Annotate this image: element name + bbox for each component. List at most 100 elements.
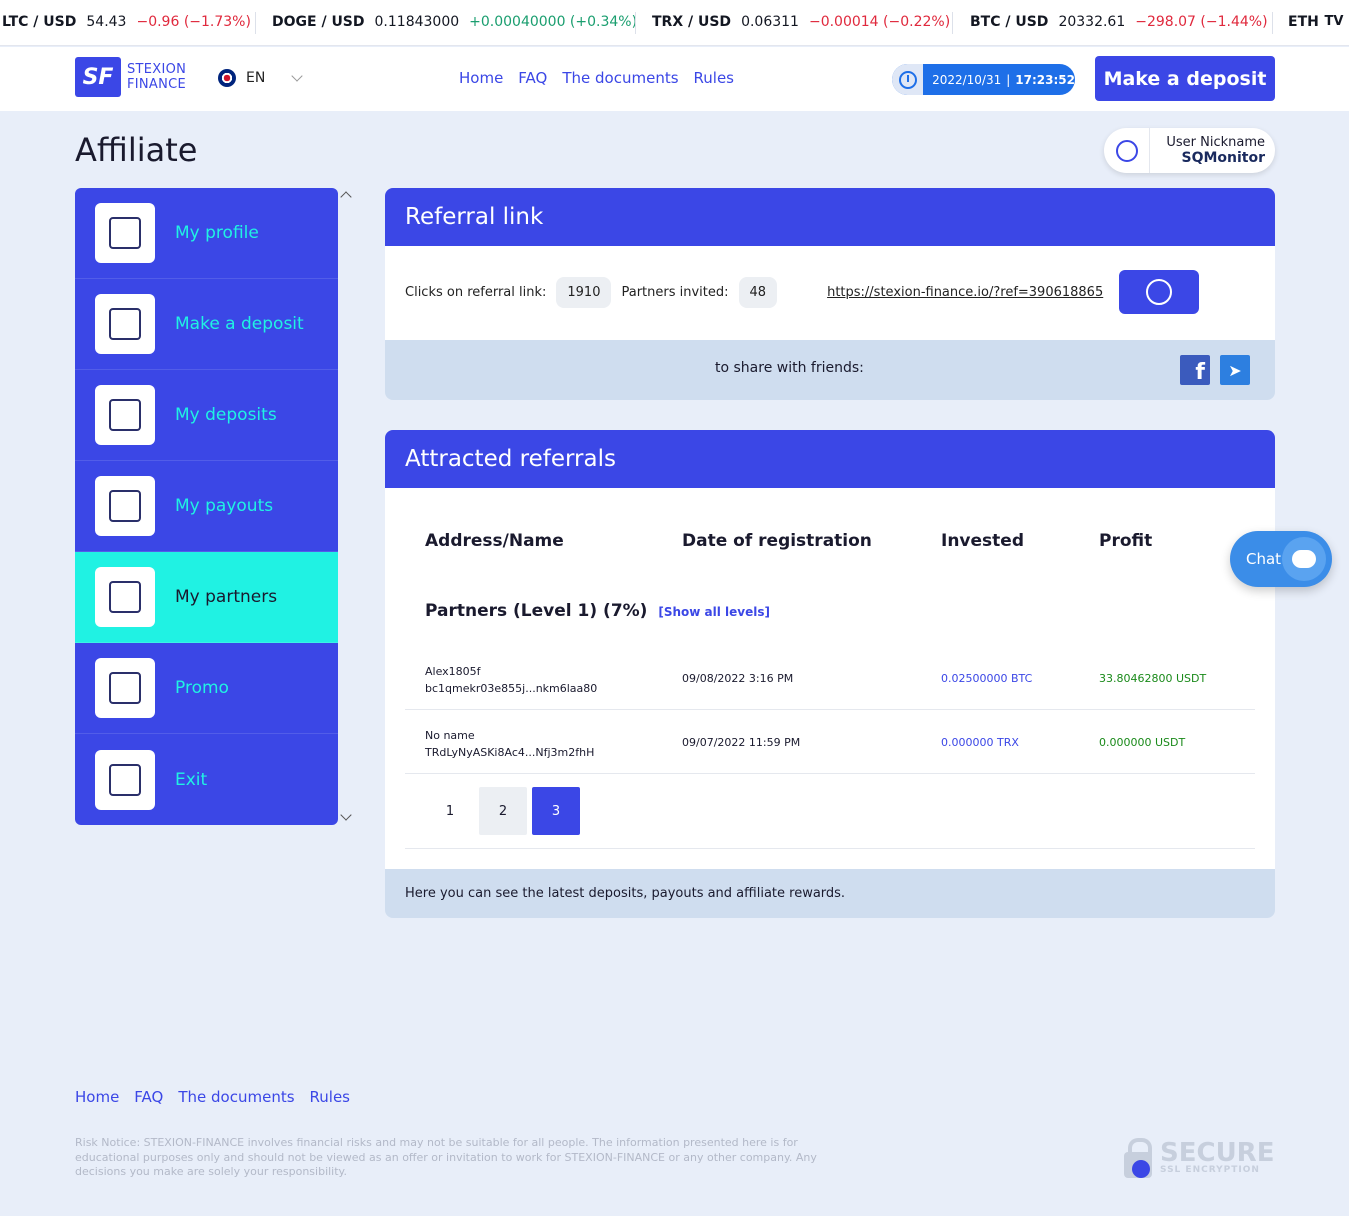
- sidebar-icon-wrap: [95, 749, 155, 810]
- column-header-profit: Profit: [1099, 531, 1153, 551]
- sidebar-item-make-deposit[interactable]: Make a deposit: [75, 279, 338, 370]
- footer-nav-home[interactable]: Home: [75, 1088, 119, 1106]
- column-header-date: Date of registration: [682, 531, 872, 551]
- server-clock: 2022/10/31 | 17:23:52: [892, 64, 1075, 95]
- sidebar-item-label: My deposits: [175, 405, 277, 425]
- referral-invested: 0.000000 TRX: [941, 736, 1019, 749]
- language-selector[interactable]: EN: [218, 69, 303, 87]
- sidebar-item-my-deposits[interactable]: My deposits: [75, 370, 338, 461]
- sidebar-item-label: My payouts: [175, 496, 274, 516]
- facebook-icon[interactable]: f: [1180, 355, 1210, 385]
- make-deposit-button[interactable]: Make a deposit: [1095, 56, 1275, 101]
- site-logo[interactable]: SF STEXION FINANCE: [75, 57, 186, 97]
- page-button-1[interactable]: 1: [426, 787, 474, 835]
- referral-name: No name: [425, 729, 475, 742]
- user-card[interactable]: User Nickname SQMonitor: [1104, 128, 1275, 173]
- nav-rules[interactable]: Rules: [694, 69, 734, 87]
- sidebar-icon-wrap: [95, 476, 155, 536]
- sidebar-icon-wrap: [95, 385, 155, 445]
- tradingview-logo-icon[interactable]: TV: [1319, 6, 1349, 36]
- ticker-item[interactable]: TRX / USD 0.06311 −0.00014 (−0.22%): [652, 14, 950, 30]
- page-button-3[interactable]: 3: [532, 787, 580, 835]
- ticker-price: 54.43: [86, 14, 127, 30]
- user-name: SQMonitor: [1181, 150, 1265, 166]
- logo-mark: SF: [75, 57, 121, 97]
- referral-profit: 33.80462800 USDT: [1099, 672, 1207, 685]
- ticker-price: 0.11843000: [374, 14, 460, 30]
- copy-link-button[interactable]: [1119, 270, 1200, 314]
- ssl-text: SECURE SSL ENCRYPTION: [1160, 1138, 1275, 1175]
- scroll-up-icon[interactable]: [340, 191, 352, 203]
- referral-identity: Alex1805f bc1qmekr03e855j...nkm6laa80: [425, 663, 597, 697]
- user-info: User Nickname SQMonitor: [1150, 135, 1265, 166]
- ssl-title: SECURE: [1160, 1138, 1275, 1168]
- referral-date: 09/07/2022 11:59 PM: [682, 736, 801, 749]
- sidebar-item-my-payouts[interactable]: My payouts: [75, 461, 338, 552]
- ticker-symbol: BTC / USD: [970, 14, 1049, 30]
- language-label: EN: [246, 70, 266, 86]
- ssl-subtitle: SSL ENCRYPTION: [1160, 1165, 1260, 1175]
- page-title: Affiliate: [75, 131, 198, 169]
- referral-name: Alex1805f: [425, 665, 481, 678]
- chat-bubble-icon: [1292, 550, 1316, 568]
- user-icon-wrap: [1104, 128, 1150, 173]
- ticker-item[interactable]: ETH: [1288, 14, 1319, 30]
- ticker-item[interactable]: BTC / USD 20332.61 −298.07 (−1.44%): [970, 14, 1268, 30]
- footer-nav-faq[interactable]: FAQ: [134, 1088, 163, 1106]
- nav-documents[interactable]: The documents: [562, 69, 678, 87]
- referral-link-header: Referral link: [385, 188, 1275, 246]
- scroll-down-icon[interactable]: [340, 809, 352, 821]
- ticker-divider: [952, 12, 953, 34]
- nav-faq[interactable]: FAQ: [518, 69, 547, 87]
- referral-url[interactable]: https://stexion-finance.io/?ref=39061886…: [827, 285, 1103, 300]
- level-title-text: Partners (Level 1) (7%): [425, 601, 648, 621]
- clock-icon-wrap: [892, 64, 924, 95]
- page-button-2[interactable]: 2: [479, 787, 527, 835]
- telegram-icon[interactable]: ➤: [1220, 355, 1250, 385]
- ticker-symbol: ETH: [1288, 14, 1319, 30]
- show-all-levels-link[interactable]: [Show all levels]: [658, 605, 770, 619]
- share-bar: to share with friends: f ➤: [385, 340, 1275, 400]
- logo-line-2: FINANCE: [127, 77, 187, 92]
- chat-label: Chat: [1246, 550, 1282, 568]
- sidebar-icon-wrap: [95, 567, 155, 627]
- lock-icon: [1122, 1138, 1154, 1178]
- chart-profile-icon: [109, 217, 141, 249]
- sidebar-item-my-profile[interactable]: My profile: [75, 188, 338, 279]
- sidebar-item-my-partners[interactable]: My partners: [75, 552, 338, 643]
- referral-address: bc1qmekr03e855j...nkm6laa80: [425, 682, 598, 695]
- ssl-check-dot: [1132, 1160, 1150, 1178]
- ticker-divider: [1272, 12, 1273, 34]
- referrals-info: Here you can see the latest deposits, pa…: [385, 869, 1275, 918]
- attracted-referrals-header: Attracted referrals: [385, 430, 1275, 488]
- ssl-badge: SECURE SSL ENCRYPTION: [1122, 1138, 1274, 1178]
- column-header-invested: Invested: [941, 531, 1024, 551]
- footer-nav-rules[interactable]: Rules: [310, 1088, 350, 1106]
- sidebar-item-label: Make a deposit: [175, 314, 304, 334]
- level-title: Partners (Level 1) (7%) [Show all levels…: [425, 601, 770, 621]
- clock-icon: [898, 70, 917, 89]
- referral-profit: 0.000000 USDT: [1099, 736, 1186, 749]
- table-row: Alex1805f bc1qmekr03e855j...nkm6laa80 09…: [405, 646, 1255, 710]
- referral-link-body: Clicks on referral link: 1910 Partners i…: [385, 246, 1275, 340]
- dollar-user-icon: [1115, 139, 1138, 162]
- ticker-change: −298.07 (−1.44%): [1135, 14, 1268, 30]
- clock-date: 2022/10/31: [932, 72, 1002, 87]
- sidebar-item-exit[interactable]: Exit: [75, 734, 338, 825]
- uk-flag-icon: [218, 69, 236, 87]
- footer-nav-documents[interactable]: The documents: [178, 1088, 294, 1106]
- table-row: No name TRdLyNyASKi8Ac4...Nfj3m2fhH 09/0…: [405, 710, 1255, 774]
- share-label: to share with friends:: [715, 360, 864, 376]
- referral-identity: No name TRdLyNyASKi8Ac4...Nfj3m2fhH: [425, 727, 594, 761]
- sidebar-item-promo[interactable]: Promo: [75, 643, 338, 734]
- clicks-label: Clicks on referral link:: [405, 284, 547, 300]
- clock-time: 17:23:52: [1015, 72, 1075, 87]
- ticker-symbol: TRX / USD: [652, 14, 732, 30]
- exit-icon: [109, 763, 141, 796]
- site-header: SF STEXION FINANCE EN Home FAQ The docum…: [0, 47, 1349, 111]
- ticker-item[interactable]: LTC / USD 54.43 −0.96 (−1.73%): [2, 14, 251, 30]
- nav-home[interactable]: Home: [459, 69, 503, 87]
- ticker-symbol: LTC / USD: [2, 14, 77, 30]
- chat-button[interactable]: Chat: [1230, 531, 1332, 587]
- ticker-item[interactable]: DOGE / USD 0.11843000 +0.00040000 (+0.34…: [272, 14, 637, 30]
